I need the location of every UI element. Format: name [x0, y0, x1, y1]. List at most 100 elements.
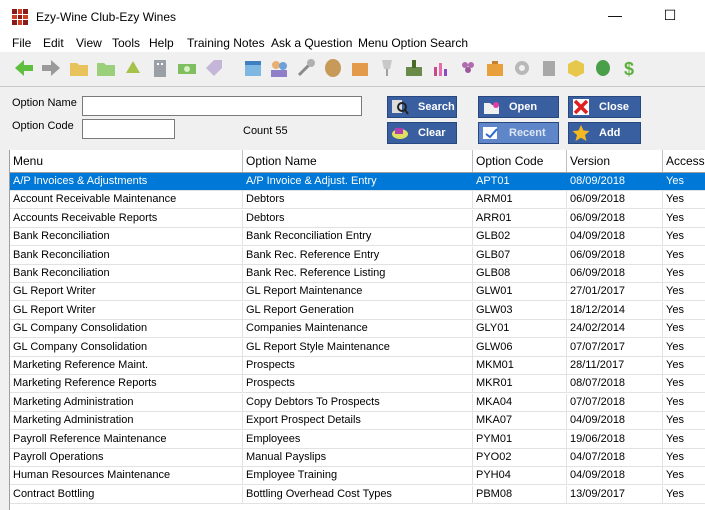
- clear-button[interactable]: Clear: [387, 122, 457, 144]
- cell-access: Yes: [666, 303, 684, 316]
- cell-access: Yes: [666, 395, 684, 408]
- table-row[interactable]: GL Report Writer GL Report Generation GLW0…: [10, 301, 705, 320]
- table-row[interactable]: Marketing Reference Maint. Prospects MKM01…: [10, 357, 705, 375]
- menu-view[interactable]: View: [76, 36, 102, 50]
- chart-icon[interactable]: [430, 57, 452, 79]
- open-button[interactable]: Open: [478, 96, 559, 118]
- tag-icon[interactable]: [203, 57, 225, 79]
- dollar-icon[interactable]: $: [619, 57, 641, 79]
- table-row[interactable]: GL Company Consolidation GL Report Style …: [10, 338, 705, 357]
- option-code-label: Option Code: [12, 120, 74, 132]
- refresh-icon[interactable]: [122, 57, 144, 79]
- table-row[interactable]: Bank Reconciliation Bank Reconciliation E…: [10, 228, 705, 247]
- folder-icon[interactable]: [68, 57, 90, 79]
- menu-file[interactable]: File: [12, 36, 31, 50]
- table-row[interactable]: Contract Bottling Bottling Overhead Cost …: [10, 485, 705, 504]
- cell-option-code: PYM01: [473, 430, 567, 449]
- cylinder-icon[interactable]: [538, 57, 560, 79]
- glass-icon[interactable]: [376, 57, 398, 79]
- menu-help[interactable]: Help: [149, 36, 174, 50]
- column-header-menu[interactable]: Menu: [10, 150, 243, 172]
- menu-tools[interactable]: Tools: [112, 36, 140, 50]
- cell-option-code: PYH04: [473, 467, 567, 486]
- cell-option-name: Prospects: [243, 375, 473, 394]
- table-row[interactable]: A/P Invoices & Adjustments A/P Invoice & …: [10, 173, 705, 191]
- cell-menu: GL Report Writer: [10, 301, 243, 320]
- wrench-icon[interactable]: [295, 57, 317, 79]
- cell-menu: A/P Invoices & Adjustments: [13, 175, 148, 187]
- table-row[interactable]: Marketing Administration Copy Debtors To …: [10, 393, 705, 412]
- bottling-icon[interactable]: [403, 57, 425, 79]
- title-bar: Ezy-Wine Club-Ezy Wines — ☐: [0, 0, 705, 34]
- box-icon[interactable]: [349, 57, 371, 79]
- table-row[interactable]: Accounts Receivable Reports Debtors ARR01 0…: [10, 209, 705, 228]
- cell-menu: Marketing Reference Maint.: [10, 357, 243, 375]
- barrel-icon[interactable]: [322, 57, 344, 79]
- gear-icon[interactable]: [511, 57, 533, 79]
- cell-option-code: MKR01: [473, 375, 567, 394]
- cell-option-code: PYO02: [473, 449, 567, 467]
- search-button-label: Search: [418, 101, 455, 113]
- suitcase-icon[interactable]: [484, 57, 506, 79]
- cell-menu: Bank Reconciliation: [10, 246, 243, 265]
- close-button[interactable]: Close: [568, 96, 641, 118]
- people-icon[interactable]: [268, 57, 290, 79]
- recent-button[interactable]: Recent: [478, 122, 559, 144]
- grapes-icon[interactable]: [457, 57, 479, 79]
- table-row[interactable]: Payroll Operations Manual Payslips PYO02 04…: [10, 449, 705, 467]
- cell-menu: Bank Reconciliation: [10, 265, 243, 283]
- cell-option-code: GLW01: [473, 283, 567, 302]
- cell-menu: GL Company Consolidation: [10, 338, 243, 357]
- cell-menu: Marketing Reference Reports: [10, 375, 243, 394]
- column-header-option-code[interactable]: Option Code: [473, 150, 567, 172]
- cell-option-code: ARM01: [473, 191, 567, 210]
- table-row[interactable]: Marketing Reference Reports Prospects MKR0…: [10, 375, 705, 394]
- calendar-icon[interactable]: [242, 57, 264, 79]
- cell-version: 19/06/2018: [567, 430, 663, 449]
- toolbar: $: [0, 52, 705, 87]
- table-row[interactable]: Account Receivable Maintenance Debtors ARM…: [10, 191, 705, 210]
- table-row[interactable]: GL Company Consolidation Companies Mainte…: [10, 320, 705, 339]
- cell-access: Yes: [666, 451, 684, 463]
- money-icon[interactable]: [176, 57, 198, 79]
- add-button[interactable]: Add: [568, 122, 641, 144]
- menu-ask-a-question[interactable]: Ask a Question: [271, 36, 352, 50]
- cell-access: Yes: [666, 285, 684, 298]
- leaf-icon[interactable]: [592, 57, 614, 79]
- table-row[interactable]: Marketing Administration Export Prospect …: [10, 412, 705, 431]
- cell-option-code: GLB08: [473, 265, 567, 283]
- menu-option-search[interactable]: Menu Option Search: [358, 36, 468, 50]
- column-header-option-name[interactable]: Option Name: [243, 150, 473, 172]
- folder-open-icon[interactable]: [95, 57, 117, 79]
- minimize-button[interactable]: —: [595, 3, 635, 29]
- cell-option-code: GLB07: [473, 246, 567, 265]
- option-code-input[interactable]: [82, 119, 175, 139]
- forward-arrow-icon[interactable]: [40, 57, 62, 79]
- count-label: Count 55: [243, 125, 288, 137]
- building-icon[interactable]: [149, 57, 171, 79]
- search-panel: Option Name Option Code Count 55 Search …: [0, 87, 705, 150]
- option-name-input[interactable]: [82, 96, 362, 116]
- column-header-version[interactable]: Version: [567, 150, 663, 172]
- cell-option-code: GLW06: [473, 338, 567, 357]
- close-button-label: Close: [599, 101, 629, 113]
- cell-version: 28/11/2017: [567, 357, 663, 375]
- menu-edit[interactable]: Edit: [43, 36, 64, 50]
- open-icon: [484, 102, 499, 114]
- cell-option-code: GLB02: [473, 228, 567, 247]
- table-row[interactable]: GL Report Writer GL Report Maintenance GLW…: [10, 283, 705, 302]
- table-row[interactable]: Bank Reconciliation Bank Rec. Reference E…: [10, 246, 705, 265]
- cube-icon[interactable]: [565, 57, 587, 79]
- table-row[interactable]: Human Resources Maintenance Employee Trai…: [10, 467, 705, 486]
- table-row[interactable]: Bank Reconciliation Bank Rec. Reference L…: [10, 265, 705, 283]
- cell-menu: Human Resources Maintenance: [10, 467, 243, 486]
- column-header-access[interactable]: Access: [663, 150, 705, 172]
- cell-access: Yes: [666, 487, 684, 500]
- maximize-button[interactable]: ☐: [650, 3, 690, 29]
- cell-access: Yes: [666, 193, 684, 206]
- back-arrow-icon[interactable]: [13, 57, 35, 79]
- menu-training-notes[interactable]: Training Notes: [187, 36, 265, 50]
- cell-access: Yes: [666, 340, 684, 353]
- table-row[interactable]: Payroll Reference Maintenance Employees PY…: [10, 430, 705, 449]
- search-button[interactable]: Search: [387, 96, 457, 118]
